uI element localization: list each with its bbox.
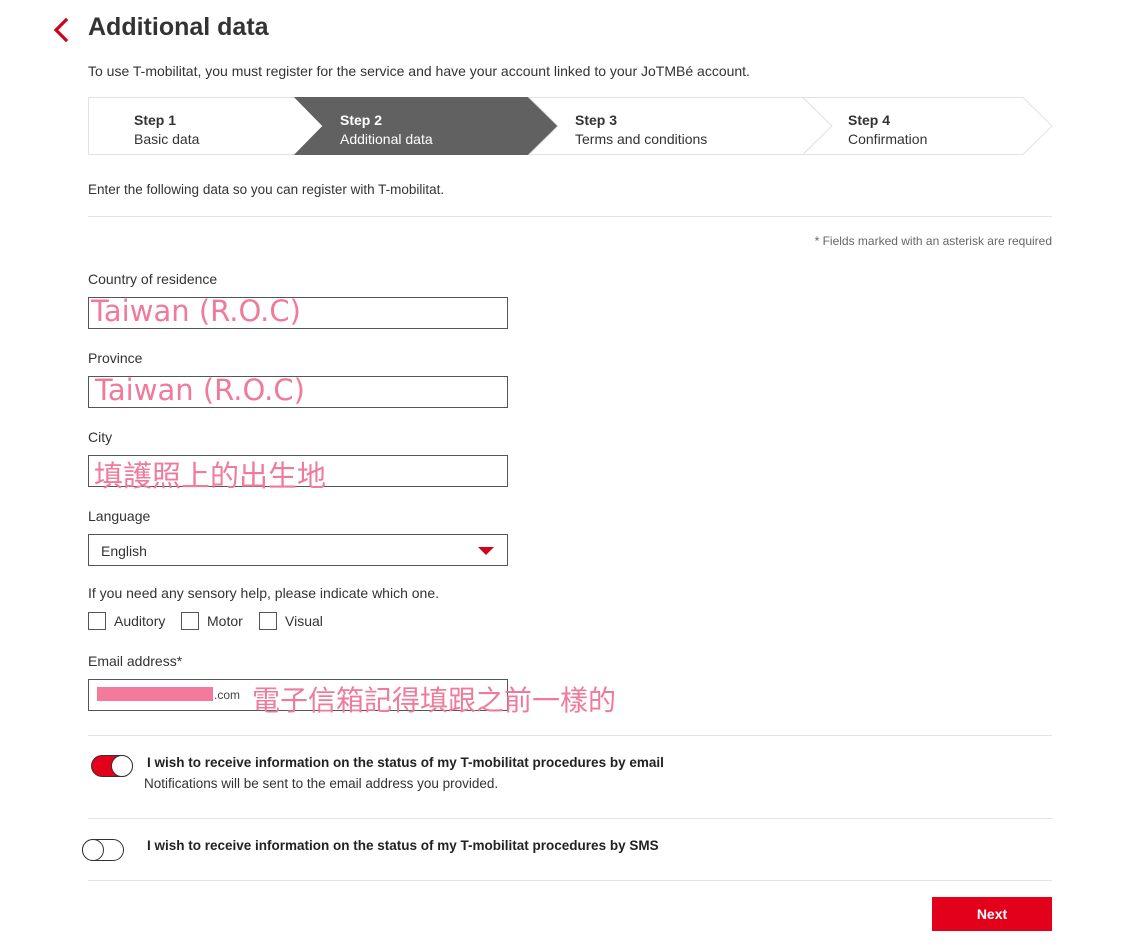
- email-label: Email address*: [88, 653, 183, 669]
- next-button[interactable]: Next: [932, 897, 1052, 931]
- divider: [88, 216, 1052, 217]
- step-4: Step 4 Confirmation: [848, 111, 927, 149]
- required-note: * Fields marked with an asterisk are req…: [814, 234, 1052, 248]
- step-2-number: Step 2: [340, 112, 383, 128]
- step-3-label: Terms and conditions: [575, 131, 708, 147]
- motor-label: Motor: [207, 613, 243, 629]
- page-title: Additional data: [88, 13, 269, 41]
- intro-text: To use T-mobilitat, you must register fo…: [88, 63, 750, 79]
- step-3-number: Step 3: [575, 112, 618, 128]
- visual-checkbox[interactable]: [259, 612, 277, 630]
- sensory-question: If you need any sensory help, please ind…: [88, 585, 440, 601]
- divider: [88, 735, 1052, 736]
- step-4-number: Step 4: [848, 112, 891, 128]
- toggle-knob: [82, 839, 104, 861]
- email-notifications-title: I wish to receive information on the sta…: [147, 755, 664, 770]
- auditory-checkbox[interactable]: [88, 612, 106, 630]
- toggle-knob: [111, 755, 133, 777]
- divider: [88, 818, 1052, 819]
- dropdown-caret-icon: [478, 547, 494, 555]
- province-label: Province: [88, 350, 143, 366]
- divider: [88, 880, 1052, 881]
- step-2: Step 2 Additional data: [340, 111, 433, 149]
- registration-stepper: Step 1 Basic data Step 2 Additional data…: [88, 97, 1054, 155]
- city-label: City: [88, 429, 113, 445]
- email-redaction: [97, 687, 213, 701]
- back-arrow-icon[interactable]: [50, 16, 74, 44]
- language-select[interactable]: English: [88, 534, 508, 566]
- auditory-label: Auditory: [114, 613, 166, 629]
- sms-notifications-toggle[interactable]: [82, 839, 124, 861]
- step-1-label: Basic data: [134, 131, 200, 147]
- province-annotation: Taiwan (R.O.C): [95, 373, 305, 407]
- sms-notifications-title: I wish to receive information on the sta…: [147, 838, 659, 853]
- email-notifications-desc: Notifications will be sent to the email …: [144, 776, 499, 791]
- email-suffix: .com: [214, 688, 241, 702]
- step-2-label: Additional data: [340, 131, 433, 147]
- visual-label: Visual: [285, 613, 323, 629]
- email-notifications-toggle[interactable]: [91, 755, 133, 777]
- language-value: English: [101, 543, 147, 559]
- motor-checkbox[interactable]: [181, 612, 199, 630]
- form-subtitle: Enter the following data so you can regi…: [88, 182, 445, 197]
- step-1-number: Step 1: [134, 112, 177, 128]
- step-4-label: Confirmation: [848, 131, 928, 147]
- country-annotation: Taiwan (R.O.C): [91, 294, 301, 328]
- step-1: Step 1 Basic data: [134, 111, 199, 149]
- country-label: Country of residence: [88, 271, 218, 287]
- step-3: Step 3 Terms and conditions: [575, 111, 707, 149]
- email-annotation: 電子信箱記得填跟之前一樣的: [252, 684, 617, 717]
- language-label: Language: [88, 508, 151, 524]
- city-annotation: 填護照上的出生地: [94, 459, 327, 493]
